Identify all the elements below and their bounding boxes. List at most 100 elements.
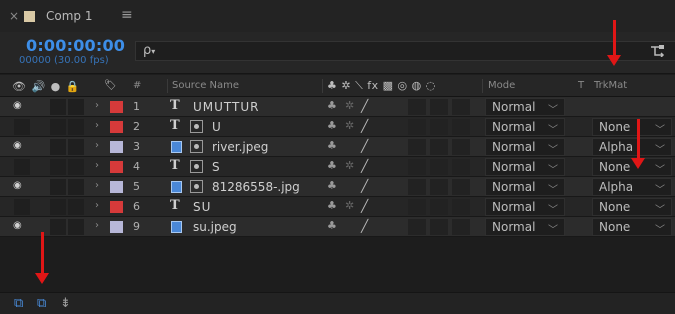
layer-row[interactable]: ◉ › 3 river.jpeg ♣ ╱ Normal ﹀ Alpha ﹀ <box>0 137 675 157</box>
layer-row[interactable]: ◉ › 9 su.jpeg ♣ ╱ Normal ﹀ None ﹀ <box>0 217 675 237</box>
mode-dropdown[interactable]: Normal ﹀ <box>485 218 565 236</box>
lock-switch[interactable] <box>68 119 84 135</box>
layer-number-header[interactable]: # <box>133 80 141 91</box>
lock-switch[interactable] <box>68 139 84 155</box>
layer-row[interactable]: ◉ › 5 81286558-.jpg ♣ ╱ Normal ﹀ Alpha ﹀ <box>0 177 675 197</box>
switch-cell[interactable] <box>452 139 470 155</box>
audio-switch[interactable] <box>50 119 66 135</box>
visibility-switch[interactable] <box>14 119 30 135</box>
av-features-icons[interactable]: 👁 🔊 ● 🔒 <box>12 80 80 93</box>
audio-switch[interactable] <box>50 199 66 215</box>
switch-cell[interactable] <box>408 99 426 115</box>
in-out-duration-toggle-icon[interactable]: ⇟ <box>60 296 71 311</box>
layer-name[interactable]: river.jpeg <box>212 140 268 154</box>
layer-row[interactable]: › 4 T S ♣ ✲ ╱ Normal ﹀ None ﹀ <box>0 157 675 177</box>
switch-cell[interactable] <box>430 179 448 195</box>
trkmat-dropdown[interactable]: Alpha ﹀ <box>592 178 672 196</box>
shy-switch-icon[interactable]: ♣ <box>327 119 337 132</box>
audio-switch[interactable] <box>50 219 66 235</box>
audio-switch[interactable] <box>50 159 66 175</box>
collapse-switch-icon[interactable]: ✲ <box>345 119 354 132</box>
trkmat-header[interactable]: TrkMat <box>594 80 627 91</box>
switch-cell[interactable] <box>408 199 426 215</box>
visibility-switch[interactable] <box>14 159 30 175</box>
switch-cell[interactable] <box>408 119 426 135</box>
comp-flowchart-icon[interactable] <box>650 45 666 60</box>
chevron-right-icon[interactable]: › <box>95 100 99 111</box>
preserve-transparency-header[interactable]: T <box>578 80 584 91</box>
trkmat-dropdown[interactable]: None ﹀ <box>592 198 672 216</box>
shy-switch-icon[interactable]: ♣ <box>327 159 337 172</box>
layer-name[interactable]: UMUTTUR <box>193 100 260 114</box>
mode-dropdown[interactable]: Normal ﹀ <box>485 178 565 196</box>
current-time-display[interactable]: 0:00:00:00 <box>26 36 125 55</box>
layer-label-color[interactable] <box>110 181 123 193</box>
layer-row[interactable]: ◉ › 1 T UMUTTUR ♣ ✲ ╱ Normal ﹀ <box>0 97 675 117</box>
lock-switch[interactable] <box>68 179 84 195</box>
tab-title[interactable]: Comp 1 <box>46 9 92 23</box>
label-column-icon[interactable]: 🏷 <box>104 80 117 91</box>
switch-cell[interactable] <box>408 139 426 155</box>
layer-name[interactable]: su.jpeg <box>193 220 237 234</box>
switches-header-icons[interactable]: ♣ ✲ ⟍ fx ▩ ◎ ◍ ◌ <box>327 79 436 93</box>
mode-dropdown[interactable]: Normal ﹀ <box>485 138 565 156</box>
switch-cell[interactable] <box>430 219 448 235</box>
chevron-right-icon[interactable]: › <box>95 140 99 151</box>
shy-switch-icon[interactable]: ♣ <box>327 219 337 232</box>
layer-label-color[interactable] <box>110 201 123 213</box>
chevron-right-icon[interactable]: › <box>95 180 99 191</box>
panel-menu-icon[interactable]: ≡ <box>121 7 133 23</box>
switch-cell[interactable] <box>430 119 448 135</box>
trkmat-dropdown[interactable]: Alpha ﹀ <box>592 138 672 156</box>
switch-cell[interactable] <box>452 179 470 195</box>
shy-switch-icon[interactable]: ♣ <box>327 99 337 112</box>
layer-name[interactable]: S <box>212 160 220 174</box>
layer-switches-toggle-icon[interactable]: ⧉ <box>14 296 23 311</box>
switch-cell[interactable] <box>408 159 426 175</box>
switch-cell[interactable] <box>452 159 470 175</box>
quality-switch-icon[interactable]: ╱ <box>361 119 368 133</box>
switch-cell[interactable] <box>408 219 426 235</box>
lock-switch[interactable] <box>68 199 84 215</box>
source-name-header[interactable]: Source Name <box>172 80 239 91</box>
collapse-switch-icon[interactable]: ✲ <box>345 199 354 212</box>
layer-search-field[interactable]: ρ▾ <box>135 41 675 61</box>
layer-label-color[interactable] <box>110 161 123 173</box>
collapse-switch-icon[interactable]: ✲ <box>345 159 354 172</box>
switch-cell[interactable] <box>452 199 470 215</box>
layer-name[interactable]: SU <box>193 200 211 214</box>
switch-cell[interactable] <box>430 159 448 175</box>
quality-switch-icon[interactable]: ╱ <box>361 219 368 233</box>
audio-switch[interactable] <box>50 139 66 155</box>
chevron-right-icon[interactable]: › <box>95 160 99 171</box>
visibility-switch[interactable] <box>14 199 30 215</box>
shy-switch-icon[interactable]: ♣ <box>327 139 337 152</box>
switch-cell[interactable] <box>430 99 448 115</box>
mode-dropdown[interactable]: Normal ﹀ <box>485 198 565 216</box>
quality-switch-icon[interactable]: ╱ <box>361 99 368 113</box>
switch-cell[interactable] <box>408 179 426 195</box>
lock-switch[interactable] <box>68 99 84 115</box>
quality-switch-icon[interactable]: ╱ <box>361 179 368 193</box>
layer-row[interactable]: › 2 T U ♣ ✲ ╱ Normal ﹀ None ﹀ <box>0 117 675 137</box>
switch-cell[interactable] <box>452 119 470 135</box>
layer-label-color[interactable] <box>110 141 123 153</box>
quality-switch-icon[interactable]: ╱ <box>361 139 368 153</box>
close-tab-icon[interactable]: × <box>9 9 19 23</box>
layer-row[interactable]: › 6 T SU ♣ ✲ ╱ Normal ﹀ None ﹀ <box>0 197 675 217</box>
trkmat-dropdown[interactable]: None ﹀ <box>592 218 672 236</box>
chevron-right-icon[interactable]: › <box>95 120 99 131</box>
shy-switch-icon[interactable]: ♣ <box>327 179 337 192</box>
switch-cell[interactable] <box>430 199 448 215</box>
quality-switch-icon[interactable]: ╱ <box>361 159 368 173</box>
chevron-right-icon[interactable]: › <box>95 200 99 211</box>
audio-switch[interactable] <box>50 99 66 115</box>
lock-switch[interactable] <box>68 159 84 175</box>
lock-switch[interactable] <box>68 219 84 235</box>
switch-cell[interactable] <box>452 99 470 115</box>
mode-dropdown[interactable]: Normal ﹀ <box>485 158 565 176</box>
layer-label-color[interactable] <box>110 101 123 113</box>
layer-name[interactable]: U <box>212 120 221 134</box>
mode-dropdown[interactable]: Normal ﹀ <box>485 98 565 116</box>
layer-name[interactable]: 81286558-.jpg <box>212 180 300 194</box>
